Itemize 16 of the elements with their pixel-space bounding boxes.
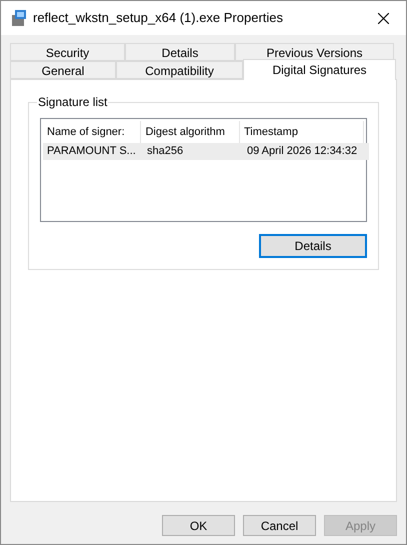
dialog-button[interactable]: Cancel: [243, 515, 316, 536]
window-title: reflect_wkstn_setup_x64 (1).exe Properties: [33, 9, 284, 28]
close-icon: [378, 12, 388, 24]
table-cell-text: sha256: [146, 144, 184, 159]
table-cell-text: PARAMOUNT S...: [46, 144, 137, 159]
tab[interactable]: Compatibility: [116, 61, 243, 79]
group-title: Signature list: [37, 95, 108, 109]
tab[interactable]: Details: [125, 43, 235, 61]
table-cell-text: 09 April 2026 12:34:32: [246, 144, 358, 159]
installer-icon: [11, 9, 28, 27]
tab[interactable]: Security: [10, 43, 125, 61]
details-button[interactable]: Details: [259, 234, 367, 258]
dialog-button[interactable]: OK: [162, 515, 235, 536]
tab[interactable]: General: [10, 61, 116, 79]
tab[interactable]: Digital Signatures: [243, 59, 396, 80]
table-row[interactable]: PARAMOUNT S... sha256 09 April 2026 12:34:32: [43, 143, 369, 160]
